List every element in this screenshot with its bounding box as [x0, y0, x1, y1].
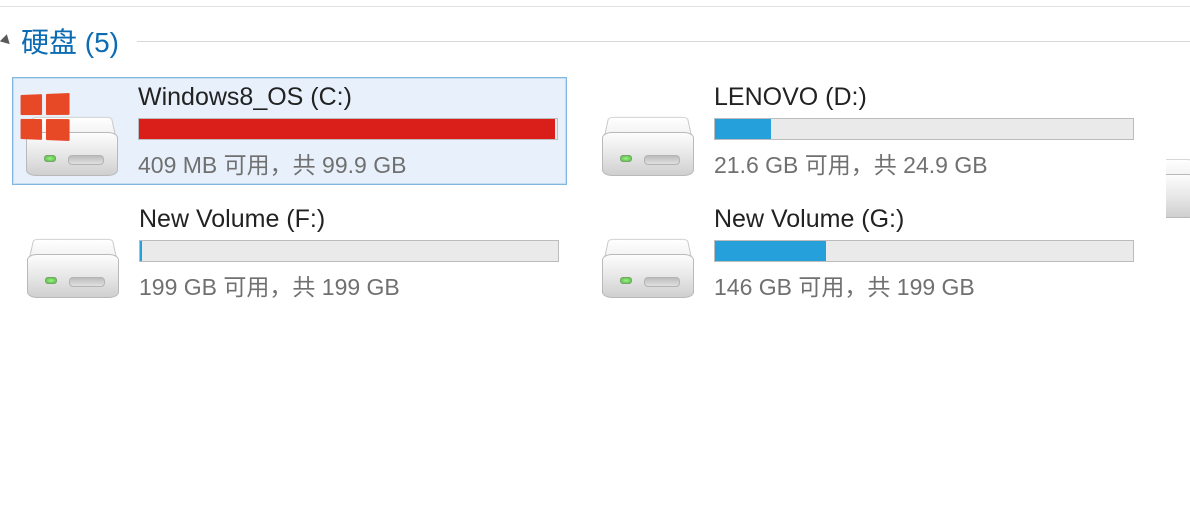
section-title: 硬盘 (5) [21, 21, 119, 61]
drive-item-c[interactable]: Windows8_OS (C:) 409 MB 可用，共 99.9 GB [12, 77, 567, 185]
drive-grid: Windows8_OS (C:) 409 MB 可用，共 99.9 GB LEN… [0, 75, 1190, 323]
hard-disk-icon [602, 238, 694, 298]
drive-icon [19, 86, 124, 176]
drive-info: LENOVO (D:) 21.6 GB 可用，共 24.9 GB [700, 83, 1134, 180]
partial-drive-icon [1166, 158, 1190, 238]
drive-status: 199 GB 可用，共 199 GB [139, 268, 559, 302]
usage-bar [714, 118, 1134, 140]
drive-icon [595, 86, 700, 176]
usage-fill [139, 119, 555, 139]
usage-fill [140, 241, 142, 261]
drive-info: Windows8_OS (C:) 409 MB 可用，共 99.9 GB [124, 83, 560, 180]
drive-info: New Volume (F:) 199 GB 可用，共 199 GB [125, 205, 559, 302]
usage-fill [715, 119, 771, 139]
drive-status: 146 GB 可用，共 199 GB [714, 268, 1134, 302]
drive-item-g[interactable]: New Volume (G:) 146 GB 可用，共 199 GB [587, 199, 1142, 307]
collapse-triangle-icon [0, 34, 13, 47]
drive-name: New Volume (F:) [139, 205, 559, 234]
usage-fill [715, 241, 826, 261]
drive-row: New Volume (F:) 199 GB 可用，共 199 GB New V… [12, 199, 1178, 307]
hard-disk-icon [1166, 158, 1190, 218]
drive-icon [20, 208, 125, 298]
drive-icon [595, 208, 700, 298]
drive-status: 21.6 GB 可用，共 24.9 GB [714, 146, 1134, 180]
drive-status: 409 MB 可用，共 99.9 GB [138, 146, 560, 180]
usage-bar [139, 240, 559, 262]
hard-disk-icon [27, 238, 119, 298]
hard-disk-icon [602, 116, 694, 176]
drive-name: LENOVO (D:) [714, 83, 1134, 112]
usage-bar [138, 118, 558, 140]
drive-item-d[interactable]: LENOVO (D:) 21.6 GB 可用，共 24.9 GB [587, 77, 1142, 185]
section-header-hard-drives[interactable]: 硬盘 (5) [0, 7, 1190, 75]
drive-name: New Volume (G:) [714, 205, 1134, 234]
windows-logo-icon [21, 93, 70, 141]
section-divider-line [137, 41, 1190, 42]
usage-bar [714, 240, 1134, 262]
drive-item-f[interactable]: New Volume (F:) 199 GB 可用，共 199 GB [12, 199, 567, 307]
drive-row: Windows8_OS (C:) 409 MB 可用，共 99.9 GB LEN… [12, 77, 1178, 185]
drive-name: Windows8_OS (C:) [138, 83, 560, 112]
drive-info: New Volume (G:) 146 GB 可用，共 199 GB [700, 205, 1134, 302]
